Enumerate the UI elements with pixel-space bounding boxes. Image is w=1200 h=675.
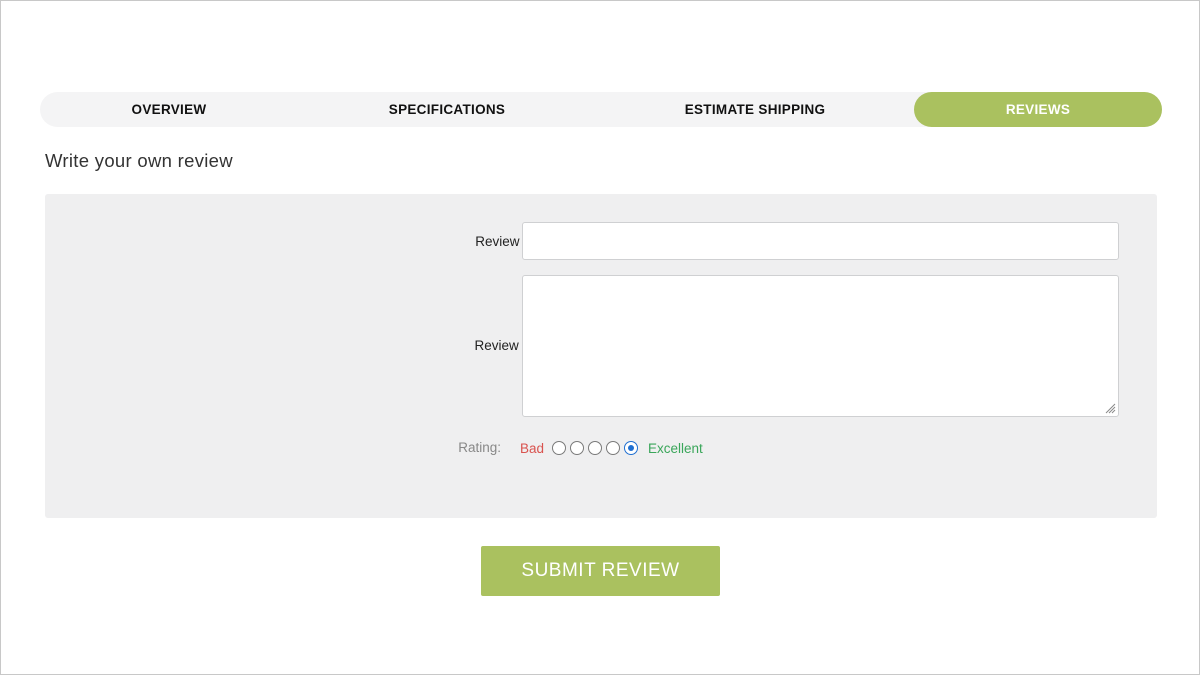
tab-estimate-shipping[interactable]: ESTIMATE SHIPPING <box>596 92 914 127</box>
rating-radio-5[interactable] <box>624 441 639 455</box>
review-text-label: Review text: <box>474 338 548 353</box>
page-title: Write your own review <box>45 150 233 171</box>
rating-excellent-label: Excellent <box>648 440 703 456</box>
rating-label: Rating: <box>458 440 501 455</box>
submit-review-button[interactable]: SUBMIT REVIEW <box>481 546 720 596</box>
tab-bar: OVERVIEW SPECIFICATIONS ESTIMATE SHIPPIN… <box>40 92 1162 127</box>
rating-bad-label: Bad <box>520 440 545 456</box>
tab-specifications[interactable]: SPECIFICATIONS <box>298 92 596 127</box>
review-title-input[interactable] <box>522 222 1119 260</box>
rating-radio-2[interactable] <box>570 441 585 455</box>
tab-overview[interactable]: OVERVIEW <box>40 92 298 127</box>
review-text-textarea[interactable] <box>522 275 1119 417</box>
rating-radio-3[interactable] <box>588 441 603 455</box>
rating-radio-1[interactable] <box>552 441 567 455</box>
review-form: Review title: Review text: Rating: Bad E… <box>45 194 1157 518</box>
rating-radio-4[interactable] <box>606 441 621 455</box>
tab-reviews[interactable]: REVIEWS <box>914 92 1162 127</box>
rating-group: Bad Excellent <box>520 438 703 458</box>
resize-handle-icon[interactable] <box>1104 402 1116 414</box>
review-title-label: Review title: <box>475 234 548 249</box>
